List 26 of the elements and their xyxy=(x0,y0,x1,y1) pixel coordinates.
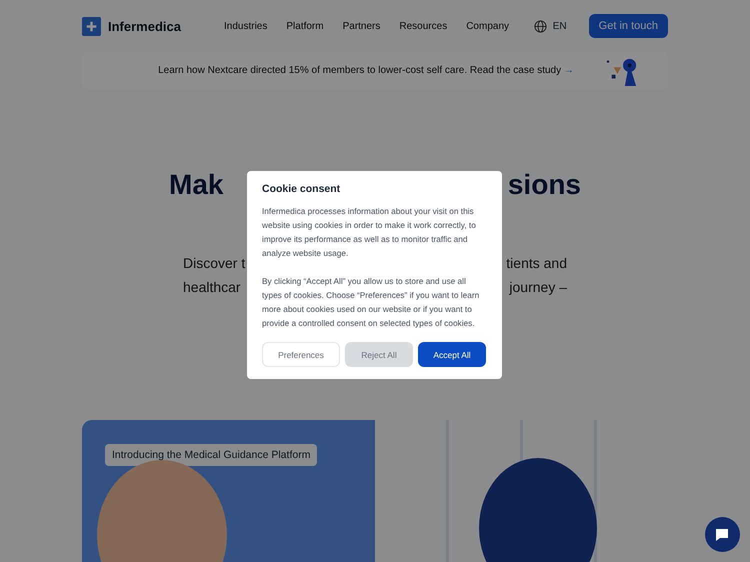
chat-icon xyxy=(714,528,730,542)
feature-tag: Introducing the Medical Guidance Platform xyxy=(105,444,318,466)
hero-subtitle: healthcar xyxy=(183,278,241,297)
nav-link[interactable]: Partners xyxy=(342,20,380,32)
consent-button[interactable]: Preferences xyxy=(262,342,340,367)
get-in-touch-button[interactable]: Get in touch xyxy=(588,14,668,38)
globe-icon xyxy=(534,20,547,32)
nav-link[interactable]: Resources xyxy=(399,20,448,32)
hero-title: Mak xyxy=(169,168,224,202)
logo-icon xyxy=(82,16,101,36)
nav-link[interactable]: Platform xyxy=(286,20,324,32)
hero-title: sions xyxy=(508,168,581,202)
hero-subtitle: Discover t xyxy=(183,254,246,273)
nav-link[interactable]: Company xyxy=(466,20,510,32)
dialog-title: Cookie consent xyxy=(262,183,342,195)
hero-subtitle: tients and xyxy=(506,254,567,273)
chat-button[interactable] xyxy=(705,517,740,552)
logo-text: Infermedica xyxy=(108,18,181,34)
dialog-text: Infermedica processes information about your visit on this website using cookies in order to make it work correctly, to improve its performance as well as to monitor traffic and analyze website usage. xyxy=(262,205,477,260)
nav-link[interactable]: Industries xyxy=(224,20,268,32)
consent-button[interactable]: Reject All xyxy=(345,342,413,367)
case-study-link[interactable]: Learn how Nextcare directed 15% of members to lower-cost self care. Read the case study → xyxy=(108,65,574,76)
hero-subtitle: journey – xyxy=(509,278,567,297)
consent-button[interactable]: Accept All xyxy=(418,342,486,367)
language-selector[interactable]: EN xyxy=(534,20,567,32)
dialog-text: By clicking “Accept All” you allow us to store and use all types of cookies. Choose “Preferences” if you want to learn more about cookies used on our website or if you want to provide a controlled consent on selected types of cookies. xyxy=(262,275,480,330)
